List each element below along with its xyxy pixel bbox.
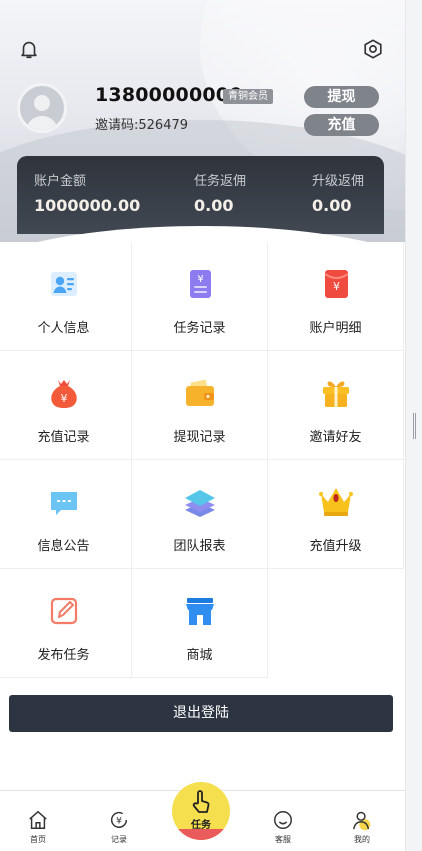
edit-icon bbox=[50, 597, 77, 625]
avatar[interactable] bbox=[17, 83, 67, 133]
menu-item-label: 账户明细 bbox=[309, 321, 362, 336]
menu-item-label: 充值记录 bbox=[37, 430, 90, 445]
menu-item-label: 个人信息 bbox=[37, 321, 90, 336]
menu-item-recharge-upgrade[interactable]: 充值升级 bbox=[268, 460, 404, 569]
menu-item-label: 邀请好友 bbox=[309, 430, 362, 445]
task-list-icon: ¥ bbox=[189, 270, 211, 298]
logout-button[interactable]: 退出登陆 bbox=[9, 695, 393, 732]
tab-label: 客服 bbox=[275, 835, 291, 844]
avatar-placeholder-icon bbox=[26, 95, 58, 130]
crown-icon bbox=[318, 488, 353, 516]
tab-label: 首页 bbox=[30, 835, 46, 844]
task-commission-value: 0.00 bbox=[194, 196, 234, 215]
menu-item-store[interactable]: 商城 bbox=[132, 569, 268, 678]
menu-item-account-details[interactable]: ¥ 账户明细 bbox=[268, 242, 404, 351]
scrollbar-handle[interactable] bbox=[413, 413, 416, 439]
menu-item-label: 商城 bbox=[186, 648, 213, 663]
svg-text:¥: ¥ bbox=[60, 392, 67, 405]
tab-home[interactable]: 首页 bbox=[18, 809, 58, 845]
tab-records[interactable]: ¥ 记录 bbox=[99, 809, 139, 845]
menu-item-label: 充值升级 bbox=[309, 539, 362, 554]
withdraw-button[interactable]: 提现 bbox=[304, 86, 379, 108]
task-commission-label: 任务返佣 bbox=[194, 174, 247, 189]
menu-item-team-report[interactable]: 团队报表 bbox=[132, 460, 268, 569]
svg-text:¥: ¥ bbox=[333, 280, 340, 293]
tap-icon bbox=[192, 790, 210, 813]
menu-item-label: 信息公告 bbox=[37, 539, 90, 554]
gift-icon bbox=[322, 381, 349, 407]
smile-icon bbox=[274, 811, 292, 829]
menu-item-announcements[interactable]: 信息公告 bbox=[0, 460, 132, 569]
bell-icon[interactable] bbox=[18, 38, 40, 60]
menu-item-personal-info[interactable]: 个人信息 bbox=[0, 242, 132, 351]
recharge-button[interactable]: 充值 bbox=[304, 114, 379, 136]
svg-text:¥: ¥ bbox=[197, 274, 203, 285]
upgrade-commission-value: 0.00 bbox=[312, 196, 352, 215]
account-balance-label: 账户金额 bbox=[34, 174, 87, 189]
tab-label: 记录 bbox=[111, 835, 127, 844]
tab-label: 我的 bbox=[354, 835, 370, 844]
wallet-icon bbox=[185, 379, 214, 406]
profile-page: 13800000000 青铜会员 邀请码:526479 提现 充值 账户金额 1… bbox=[0, 0, 405, 851]
gear-icon[interactable] bbox=[362, 38, 384, 60]
upgrade-commission-label: 升级返佣 bbox=[312, 174, 365, 189]
menu-item-invite-friends[interactable]: 邀请好友 bbox=[268, 351, 404, 460]
menu-item-label: 发布任务 bbox=[37, 648, 90, 663]
menu-item-task-records[interactable]: ¥ 任务记录 bbox=[132, 242, 268, 351]
user-phone: 13800000000 bbox=[95, 84, 243, 106]
money-bag-icon: ¥ bbox=[50, 380, 77, 408]
balance-card: 账户金额 1000000.00 任务返佣 0.00 升级返佣 0.00 bbox=[17, 156, 384, 234]
id-card-icon bbox=[50, 272, 77, 296]
menu-item-label: 提现记录 bbox=[173, 430, 226, 445]
layers-icon bbox=[184, 490, 215, 517]
menu-item-withdraw-records[interactable]: 提现记录 bbox=[132, 351, 268, 460]
home-icon bbox=[29, 810, 47, 829]
tab-mine[interactable]: 我的 bbox=[342, 809, 382, 845]
red-envelope-icon: ¥ bbox=[323, 270, 349, 298]
menu-item-publish-task[interactable]: 发布任务 bbox=[0, 569, 132, 678]
message-icon bbox=[50, 492, 77, 515]
menu-item-label: 任务记录 bbox=[173, 321, 226, 336]
profile-header: 13800000000 青铜会员 邀请码:526479 提现 充值 账户金额 1… bbox=[0, 0, 405, 242]
tab-customer-service[interactable]: 客服 bbox=[263, 809, 303, 845]
member-level-badge: 青铜会员 bbox=[223, 89, 273, 104]
menu-item-recharge-records[interactable]: ¥ 充值记录 bbox=[0, 351, 132, 460]
invite-code: 邀请码:526479 bbox=[95, 118, 189, 133]
account-balance-value: 1000000.00 bbox=[34, 196, 141, 215]
tab-task-center-button[interactable]: 任务 bbox=[172, 782, 230, 840]
tab-label: 任务 bbox=[191, 820, 211, 831]
yuan-icon: ¥ bbox=[110, 811, 128, 828]
svg-text:¥: ¥ bbox=[116, 816, 122, 827]
user-icon bbox=[353, 811, 371, 831]
menu-item-label: 团队报表 bbox=[173, 539, 226, 554]
menu-grid: 个人信息 ¥ 任务记录 ¥ 账户明细 ¥ 充值记录 提现记录 邀请好友 信息公告… bbox=[0, 242, 405, 678]
store-icon bbox=[185, 598, 214, 625]
